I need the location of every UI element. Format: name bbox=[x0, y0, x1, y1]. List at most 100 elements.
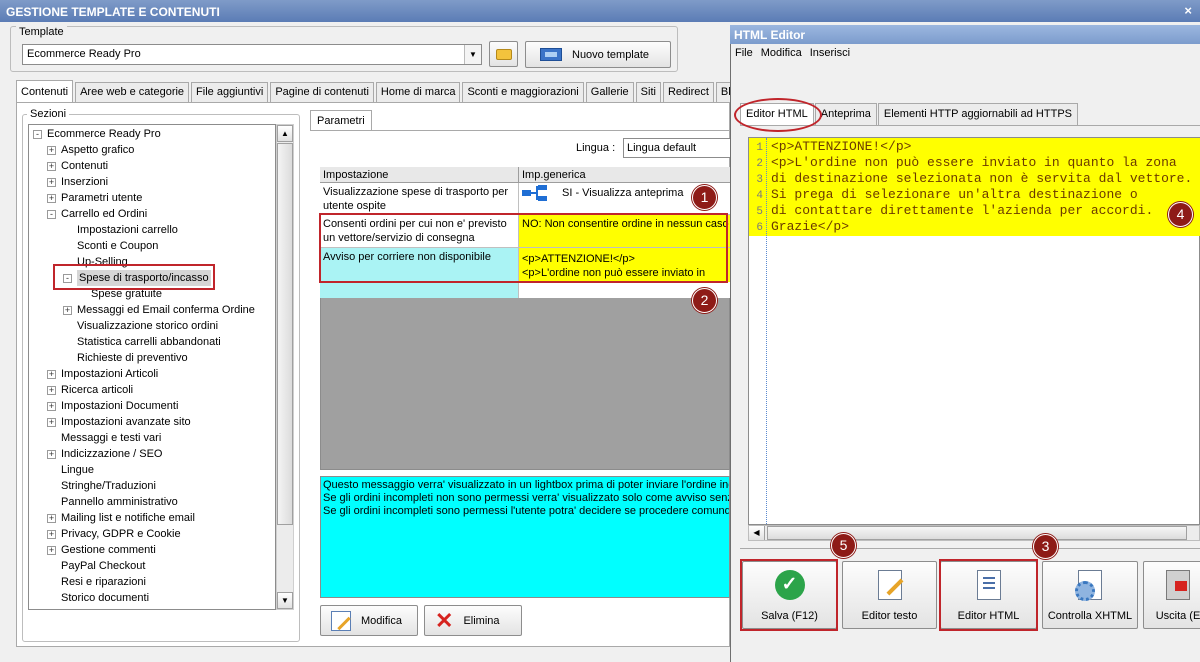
check-xhtml-button[interactable]: Controlla XHTML bbox=[1042, 561, 1138, 629]
tree-item-label: Visualizzazione storico ordini bbox=[77, 320, 219, 332]
expand-icon[interactable]: + bbox=[47, 146, 56, 155]
template-select-value: Ecommerce Ready Pro bbox=[27, 48, 141, 60]
expand-icon[interactable]: + bbox=[47, 402, 56, 411]
window-title: GESTIONE TEMPLATE E CONTENUTI bbox=[6, 5, 220, 19]
collapse-icon[interactable]: - bbox=[47, 210, 56, 219]
main-tabs: Contenuti Aree web e categorie File aggi… bbox=[16, 80, 744, 102]
tree-item-label: Resi e riparazioni bbox=[61, 576, 146, 588]
tree-item-label: Ecommerce Ready Pro bbox=[47, 128, 161, 140]
scroll-up-icon[interactable]: ▲ bbox=[277, 125, 293, 142]
editor-tab-highlight bbox=[734, 98, 822, 132]
tree-item-label: Statistica carrelli abbandonati bbox=[77, 336, 221, 348]
code-hscrollbar[interactable]: ◀ bbox=[748, 525, 1200, 541]
chevron-down-icon[interactable]: ▼ bbox=[464, 45, 481, 64]
menu-inserisci[interactable]: Inserisci bbox=[810, 47, 850, 59]
tree-item-label: Storico documenti bbox=[61, 592, 150, 604]
tab-redirect[interactable]: Redirect bbox=[662, 82, 714, 102]
text-editor-button[interactable]: Editor testo bbox=[842, 561, 937, 629]
tree-item-label: Privacy, GDPR e Cookie bbox=[61, 528, 181, 540]
tab-siti[interactable]: Siti bbox=[635, 82, 661, 102]
exit-button[interactable]: Uscita (E bbox=[1143, 561, 1200, 629]
description-box: Questo messaggio verra' visualizzato in … bbox=[320, 476, 730, 598]
tree-item-label: Parametri utente bbox=[61, 192, 143, 204]
tree-item-label: Indicizzazione / SEO bbox=[61, 448, 163, 460]
code-line: 5 di contattare direttamente l'azienda pe… bbox=[756, 203, 1154, 218]
expand-icon[interactable]: + bbox=[47, 546, 56, 555]
tab-sconti[interactable]: Sconti e maggiorazioni bbox=[462, 82, 584, 102]
expand-icon[interactable]: + bbox=[47, 194, 56, 203]
expand-icon[interactable]: + bbox=[47, 162, 56, 171]
grid-header: Impostazione Imp.generica bbox=[320, 167, 730, 183]
gear-document-icon bbox=[1075, 570, 1102, 601]
tree-item-label: Mailing list e notifiche email bbox=[61, 512, 195, 524]
html-editor-highlight-box bbox=[939, 559, 1038, 631]
tree-highlight-box bbox=[53, 264, 215, 290]
open-template-button[interactable] bbox=[489, 41, 518, 67]
expand-icon[interactable]: + bbox=[47, 370, 56, 379]
tab-parametri[interactable]: Parametri bbox=[310, 110, 372, 131]
col-impostazione: Impostazione bbox=[320, 167, 519, 182]
scroll-down-icon[interactable]: ▼ bbox=[277, 592, 293, 609]
elimina-button[interactable]: ✕ Elimina bbox=[424, 605, 522, 636]
tree-item-label: Aspetto grafico bbox=[61, 144, 135, 156]
tab-anteprima[interactable]: Anteprima bbox=[814, 103, 877, 125]
annotation-badge: 3 bbox=[1033, 534, 1058, 559]
menu-file[interactable]: File bbox=[735, 47, 753, 59]
tab-gallerie[interactable]: Gallerie bbox=[585, 82, 634, 102]
tab-file-aggiuntivi[interactable]: File aggiuntivi bbox=[191, 82, 269, 102]
expand-icon[interactable]: + bbox=[47, 450, 56, 459]
annotation-badge: 5 bbox=[831, 533, 856, 558]
code-scroll-thumb[interactable] bbox=[767, 526, 1187, 540]
expand-icon[interactable]: + bbox=[63, 306, 72, 315]
collapse-icon[interactable]: - bbox=[33, 130, 42, 139]
code-line: 1 <p>ATTENZIONE!</p> bbox=[756, 139, 912, 154]
expand-icon[interactable]: + bbox=[47, 418, 56, 427]
annotation-badge: 2 bbox=[692, 288, 717, 313]
modifica-button[interactable]: Modifica bbox=[320, 605, 418, 636]
scroll-left-icon[interactable]: ◀ bbox=[749, 526, 765, 540]
expand-icon[interactable]: + bbox=[47, 514, 56, 523]
tab-aree-web[interactable]: Aree web e categorie bbox=[75, 82, 190, 102]
tab-home-marca[interactable]: Home di marca bbox=[375, 82, 461, 102]
tab-pagine-contenuti[interactable]: Pagine di contenuti bbox=[270, 82, 374, 102]
template-select[interactable]: Ecommerce Ready Pro ▼ bbox=[22, 44, 482, 65]
sezioni-label: Sezioni bbox=[27, 108, 70, 120]
tab-contenuti[interactable]: Contenuti bbox=[16, 80, 74, 102]
tree-item-label: Gestione commenti bbox=[61, 544, 156, 556]
code-line: 2 <p>L'ordine non può essere inviato in q… bbox=[756, 155, 1177, 170]
folder-icon bbox=[495, 48, 512, 60]
tree-item-label: Impostazioni avanzate sito bbox=[61, 416, 191, 428]
divider bbox=[310, 130, 730, 131]
tree-item-label: Lingue bbox=[61, 464, 95, 476]
lingua-select[interactable]: Lingua default bbox=[623, 138, 733, 158]
document-edit-icon bbox=[877, 570, 902, 600]
table-row[interactable]: Visualizzazione spese di trasporto per u… bbox=[320, 183, 730, 215]
row-name: Visualizzazione spese di trasporto per u… bbox=[320, 183, 519, 214]
tree-scroll-thumb[interactable] bbox=[277, 143, 293, 525]
col-imp-generica: Imp.generica bbox=[522, 169, 586, 181]
workflow-icon bbox=[522, 185, 548, 201]
template-label: Template bbox=[16, 26, 67, 38]
expand-icon[interactable]: + bbox=[47, 530, 56, 539]
close-icon[interactable]: × bbox=[1184, 3, 1192, 18]
tree-scrollbar[interactable]: ▲ ▼ bbox=[276, 124, 294, 610]
divider bbox=[740, 548, 1200, 549]
tree-item-label: Messaggi e testi vari bbox=[61, 432, 162, 444]
menu-modifica[interactable]: Modifica bbox=[761, 47, 802, 59]
delete-icon: ✕ bbox=[435, 607, 454, 633]
exit-icon bbox=[1166, 570, 1190, 600]
save-highlight-box bbox=[740, 559, 838, 631]
edit-icon bbox=[331, 610, 351, 631]
window-titlebar: GESTIONE TEMPLATE E CONTENUTI bbox=[0, 0, 1200, 22]
sections-tree[interactable]: - Ecommerce Ready Pro + Aspetto grafico + Con… bbox=[28, 124, 276, 610]
new-template-icon bbox=[540, 48, 562, 61]
tree-item-label: Richieste di preventivo bbox=[77, 352, 188, 364]
code-editor[interactable]: 1 <p>ATTENZIONE!</p> 2 <p>L'ordine non può… bbox=[748, 137, 1200, 525]
new-template-button[interactable]: Nuovo template bbox=[525, 41, 671, 68]
expand-icon[interactable]: + bbox=[47, 178, 56, 187]
tree-item-label: Messaggi ed Email conferma Ordine bbox=[77, 304, 255, 316]
expand-icon[interactable]: + bbox=[47, 386, 56, 395]
tree-item-label: Sconti e Coupon bbox=[77, 240, 159, 252]
tree-item-label: PayPal Checkout bbox=[61, 560, 146, 572]
tab-elementi-http[interactable]: Elementi HTTP aggiornabili ad HTTPS bbox=[877, 103, 1078, 125]
